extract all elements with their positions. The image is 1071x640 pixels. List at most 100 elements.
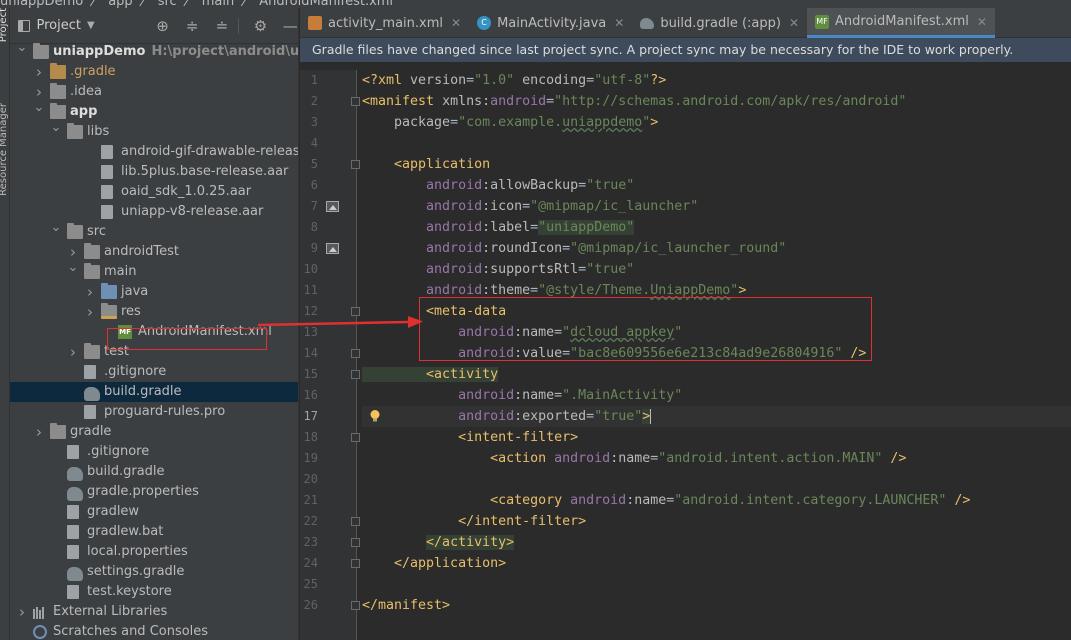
image-preview-icon[interactable] [326, 243, 339, 254]
chevron-down-icon[interactable]: ⌄ [33, 98, 45, 118]
locate-icon[interactable]: ⊕ [155, 17, 171, 35]
tree-item[interactable]: › androidTest [10, 242, 298, 262]
editor-tab[interactable]: C MainActivity.java ✕ [469, 8, 632, 38]
gradle-icon [67, 467, 83, 481]
code-line[interactable]: </intent-filter> [362, 511, 586, 532]
tree-item[interactable]: test.keystore [10, 582, 298, 602]
tree-item[interactable]: › .idea [10, 82, 298, 102]
fold-marker-icon[interactable] [351, 538, 360, 547]
expand-all-icon[interactable]: ≑ [184, 17, 200, 35]
chevron-right-icon[interactable]: › [84, 282, 96, 302]
code-line[interactable]: android:exported="true"> [362, 406, 1071, 427]
chevron-down-icon[interactable]: ⌄ [50, 118, 62, 138]
code-line[interactable]: </manifest> [362, 595, 450, 616]
tree-item[interactable]: lib.5plus.base-release.aar [10, 162, 298, 182]
breadcrumb-item[interactable]: src [158, 0, 177, 8]
project-panel-title[interactable]: Project [36, 18, 80, 33]
breadcrumb-item[interactable]: AndroidManifest.xml [259, 0, 393, 8]
code-line[interactable]: android:allowBackup="true" [362, 175, 634, 196]
chevron-right-icon[interactable]: › [33, 422, 45, 442]
collapse-all-icon[interactable]: ≐ [214, 17, 230, 35]
fold-marker-icon[interactable] [351, 349, 360, 358]
tree-item[interactable]: .gitignore [10, 362, 298, 382]
resource-manager-tool-tab[interactable]: Resource Manager [0, 103, 9, 196]
editor-tabs: activity_main.xml ✕ C MainActivity.java ✕ bui… [300, 8, 1071, 38]
tree-item[interactable]: local.properties [10, 542, 298, 562]
code-line[interactable]: android:label="uniappDemo" [362, 217, 635, 238]
chevron-right-icon[interactable]: › [84, 302, 96, 322]
tree-item[interactable]: › res [10, 302, 298, 322]
close-icon[interactable]: ✕ [977, 15, 987, 29]
image-preview-icon[interactable] [326, 201, 339, 212]
code-line[interactable]: package="com.example.uniappdemo"> [362, 112, 658, 133]
breadcrumb-item[interactable]: uniappDemo [0, 0, 83, 8]
line-gutter: 1 2 3 4 5 6 7 8 9 10 11 12 13 14 15 16 17 18 19 20 21 22 23 24 2… [300, 70, 360, 640]
code-line[interactable]: <intent-filter> [362, 427, 578, 448]
tree-item-text: .gitignore [104, 362, 166, 382]
tree-item[interactable]: gradlew [10, 502, 298, 522]
tree-item[interactable]: build.gradle [10, 382, 298, 402]
fold-marker-icon[interactable] [351, 97, 360, 106]
tree-item[interactable]: ⌄ src [10, 220, 298, 242]
chevron-right-icon[interactable]: › [67, 342, 79, 362]
tree-item[interactable]: › gradle [10, 422, 298, 442]
tree-item-label: proguard-rules.pro [104, 404, 226, 419]
fold-marker-icon[interactable] [351, 370, 360, 379]
project-tool-tab[interactable]: Project [0, 8, 9, 42]
code-line[interactable]: <activity [362, 364, 499, 385]
tree-item[interactable]: ⌄ main [10, 260, 298, 282]
tree-item[interactable]: .gitignore [10, 442, 298, 462]
toolbar-divider [237, 17, 239, 34]
gradle-sync-notice[interactable]: Gradle files have changed since last pro… [300, 38, 1071, 62]
tree-item[interactable]: ⌄ libs [10, 120, 298, 142]
fold-marker-icon[interactable] [351, 517, 360, 526]
code-line[interactable]: android:roundIcon="@mipmap/ic_launcher_r… [362, 238, 786, 259]
chevron-down-icon[interactable]: ⌄ [67, 258, 79, 278]
chevron-down-icon[interactable]: ⌄ [50, 218, 62, 238]
code-line[interactable]: <application [362, 154, 490, 175]
code-line[interactable]: android:name=".MainActivity" [362, 385, 682, 406]
close-icon[interactable]: ✕ [614, 16, 624, 30]
lightbulb-icon[interactable] [368, 409, 382, 423]
tree-item[interactable]: gradle.properties [10, 482, 298, 502]
code-line[interactable]: android:supportsRtl="true" [362, 259, 634, 280]
tree-item[interactable]: proguard-rules.pro [10, 402, 298, 422]
close-icon[interactable]: ✕ [789, 16, 799, 30]
close-icon[interactable]: ✕ [451, 16, 461, 30]
tree-item[interactable]: settings.gradle [10, 562, 298, 582]
gear-icon[interactable]: ⚙ [253, 17, 269, 35]
chevron-down-icon[interactable]: ▼ [87, 20, 95, 31]
fold-marker-icon[interactable] [351, 559, 360, 568]
tree-item[interactable]: › .gradle [10, 62, 298, 82]
hide-icon[interactable]: — [282, 17, 298, 35]
code-line[interactable]: <manifest xmlns:android="http://schemas.… [362, 91, 906, 112]
code-line[interactable]: <category android:name="android.intent.c… [362, 490, 970, 511]
breadcrumb-item[interactable]: main [202, 0, 234, 8]
fold-marker-icon[interactable] [351, 433, 360, 442]
chevron-right-icon[interactable]: › [16, 602, 28, 622]
editor-tab[interactable]: activity_main.xml ✕ [300, 8, 469, 38]
fold-marker-icon[interactable] [351, 601, 360, 610]
tree-item[interactable]: › External Libraries [10, 602, 298, 622]
code-line[interactable]: <?xml version="1.0" encoding="utf-8"?> [362, 70, 666, 91]
module-folder-icon [33, 43, 49, 59]
code-line[interactable]: android:icon="@mipmap/ic_launcher" [362, 196, 698, 217]
fold-marker-icon[interactable] [351, 307, 360, 316]
code-token: android [490, 94, 547, 109]
editor-tab[interactable]: MF AndroidManifest.xml ✕ [807, 8, 995, 38]
tree-item[interactable]: › java [10, 282, 298, 302]
tree-item[interactable]: gradlew.bat [10, 522, 298, 542]
chevron-right-icon[interactable]: › [33, 62, 45, 82]
tree-item[interactable]: Scratches and Consoles [10, 622, 298, 640]
fold-marker-icon[interactable] [351, 160, 360, 169]
editor-tab[interactable]: build.gradle (:app) ✕ [632, 8, 807, 38]
code-line[interactable]: <action android:name="android.intent.act… [362, 448, 906, 469]
tree-item[interactable]: oaid_sdk_1.0.25.aar [10, 182, 298, 202]
code-line[interactable]: </application> [362, 553, 506, 574]
tree-item[interactable]: build.gradle [10, 462, 298, 482]
tree-item[interactable]: ⌄ uniappDemo H:\project\android\uniappD [10, 40, 298, 62]
tree-item[interactable]: android-gif-drawable-release@1. [10, 142, 298, 162]
code-line[interactable]: </activity> [362, 532, 515, 553]
breadcrumb-item[interactable]: app [108, 0, 132, 8]
chevron-down-icon[interactable]: ⌄ [16, 38, 28, 58]
